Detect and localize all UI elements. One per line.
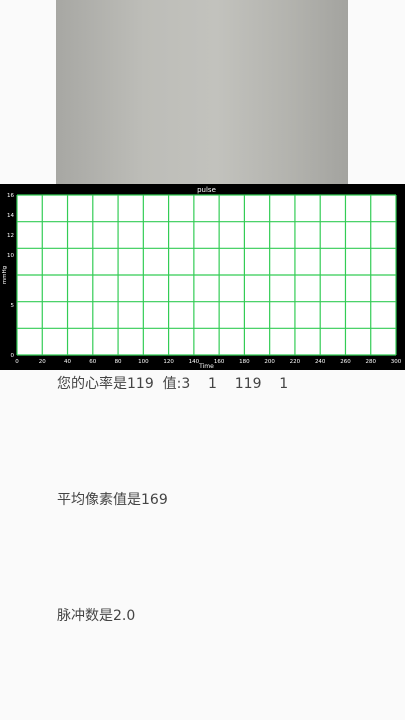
pulse-chart-panel: 0 20 40 60 80 100 120 140 160 180 200 220 240 260 280 3… — [0, 184, 405, 370]
y-axis-label: mmHg — [2, 266, 8, 284]
heart-rate-text: 您的心率是119 值:3 1 119 1 — [57, 376, 289, 392]
x-tick-label: 120 — [163, 359, 174, 365]
y-tick-label: 14 — [7, 213, 14, 219]
x-tick-label: 80 — [115, 359, 122, 365]
x-tick-label: 200 — [264, 359, 275, 365]
x-tick-label: 20 — [39, 359, 46, 365]
x-tick-label: 260 — [340, 359, 351, 365]
x-tick-label: 160 — [214, 359, 225, 365]
x-tick-label: 180 — [239, 359, 250, 365]
x-tick-label: 300 — [391, 359, 402, 365]
y-tick-label: 5 — [11, 303, 15, 309]
y-tick-label: 16 — [7, 193, 14, 199]
pulse-count-text: 脉冲数是2.0 — [57, 608, 136, 624]
camera-preview — [56, 0, 348, 190]
pulse-chart: 0 20 40 60 80 100 120 140 160 180 200 220 240 260 280 3… — [2, 186, 402, 370]
average-pixel-text: 平均像素值是169 — [57, 492, 168, 508]
x-tick-label: 60 — [89, 359, 96, 365]
x-tick-label: 40 — [64, 359, 71, 365]
x-tick-label: 140 — [189, 359, 200, 365]
x-tick-label: 240 — [315, 359, 326, 365]
chart-title: pulse — [197, 186, 216, 194]
x-tick-label: 100 — [138, 359, 149, 365]
y-tick-label: 0 — [11, 353, 15, 359]
x-tick-label: 280 — [365, 359, 376, 365]
x-tick-label: 0 — [15, 359, 19, 365]
y-tick-label: 10 — [7, 253, 14, 259]
y-tick-label: 12 — [7, 233, 14, 239]
x-axis-label: Time — [198, 363, 214, 370]
x-tick-label: 220 — [290, 359, 301, 365]
